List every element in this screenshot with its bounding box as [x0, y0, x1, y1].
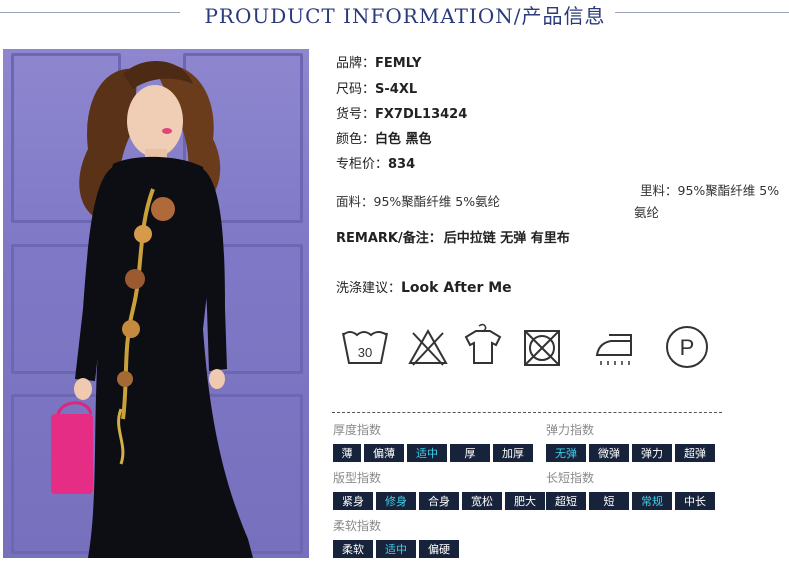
elasticity-index-options: 无弹 微弹 弹力 超弹 — [546, 444, 715, 462]
fit-index-title: 版型指数 — [333, 471, 382, 485]
header-rule-right — [615, 12, 789, 13]
elasticity-option-chip: 弹力 — [632, 444, 672, 462]
elasticity-option-chip: 微弹 — [589, 444, 629, 462]
no-tumble-dry-icon — [524, 330, 560, 366]
fit-option-chip: 紧身 — [333, 492, 373, 510]
spec-color: 颜色：白色 黑色 — [336, 132, 432, 147]
thickness-option-chip: 偏薄 — [364, 444, 404, 462]
thickness-option-chip: 加厚 — [493, 444, 533, 462]
thickness-option-chip: 厚 — [450, 444, 490, 462]
softness-index-options: 柔软 适中 偏硬 — [333, 540, 459, 558]
fit-option-chip: 合身 — [419, 492, 459, 510]
hang-dry-icon — [464, 323, 502, 364]
length-option-chip: 中长 — [675, 492, 715, 510]
svg-text:P: P — [680, 335, 695, 360]
softness-option-chip: 柔软 — [333, 540, 373, 558]
product-photo — [3, 49, 309, 558]
wash-advice: 洗涤建议：Look After Me — [336, 280, 512, 296]
spec-brand: 品牌：FEMLY — [336, 56, 422, 71]
softness-option-chip: 适中 — [376, 540, 416, 558]
lining-fabric: 里料：95%聚酯纤维 5% 氨纶 — [634, 183, 780, 220]
elasticity-option-chip: 超弹 — [675, 444, 715, 462]
thickness-index-options: 薄偏薄 适中厚加厚 — [333, 444, 533, 462]
wash-30-icon: 30 — [342, 331, 388, 364]
spec-sku: 货号：FX7DL13424 — [336, 107, 468, 122]
fit-option-chip: 宽松 — [462, 492, 502, 510]
header-rule-left — [0, 12, 180, 13]
dry-clean-p-icon: P — [666, 326, 708, 368]
length-option-chip: 超短 — [546, 492, 586, 510]
fit-index-options: 紧身 修身 合身 宽松 肥大 — [333, 492, 545, 510]
thickness-option-chip: 适中 — [407, 444, 447, 462]
spec-size: 尺码：S-4XL — [336, 82, 418, 97]
no-bleach-icon — [408, 328, 448, 366]
softness-index-title: 柔软指数 — [333, 519, 382, 533]
outer-fabric: 面料：95%聚酯纤维 5%氨纶 — [336, 194, 501, 209]
fit-option-chip: 修身 — [376, 492, 416, 510]
elasticity-index-title: 弹力指数 — [546, 423, 595, 437]
svg-text:30: 30 — [358, 345, 372, 360]
elasticity-option-chip: 无弹 — [546, 444, 586, 462]
length-option-chip: 短 — [589, 492, 629, 510]
spec-price: 专柜价：834 — [336, 157, 416, 172]
softness-option-chip: 偏硬 — [419, 540, 459, 558]
iron-icon — [595, 334, 632, 365]
length-index-options: 超短短常规 中长 — [546, 492, 715, 510]
thickness-index-title: 厚度指数 — [333, 423, 382, 437]
length-option-chip: 常规 — [632, 492, 672, 510]
section-divider — [332, 412, 722, 413]
length-index-title: 长短指数 — [546, 471, 595, 485]
fit-option-chip: 肥大 — [505, 492, 545, 510]
thickness-option-chip: 薄 — [333, 444, 361, 462]
remark: REMARK/备注： 后中拉链 无弹 有里布 — [336, 231, 570, 246]
page-title: PROUDUCT INFORMATION/产品信息 — [204, 4, 606, 28]
